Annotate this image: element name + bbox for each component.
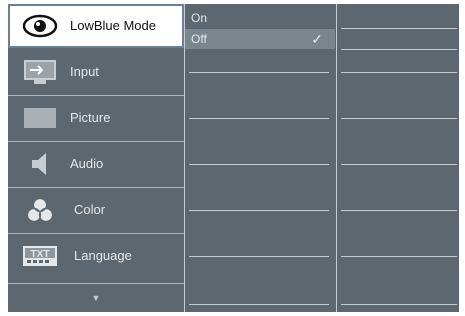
row-divider <box>189 118 329 119</box>
txt-icon-text: TXT <box>31 249 50 260</box>
menu-item-lowblue-mode[interactable]: LowBlue Mode <box>8 4 184 48</box>
option-label: Off <box>191 32 207 46</box>
submenu-column <box>337 4 459 312</box>
menu-item-label: Input <box>70 64 99 79</box>
menu-item-color[interactable]: Color <box>8 188 184 232</box>
input-icon <box>20 58 60 86</box>
row-divider <box>341 210 457 211</box>
eye-icon <box>20 12 60 40</box>
picture-icon <box>20 104 60 132</box>
osd-panel: LowBlue Mode Input Picture Audio Color T… <box>8 4 459 312</box>
menu-item-audio[interactable]: Audio <box>8 142 184 186</box>
color-circles-icon <box>20 196 60 224</box>
row-divider <box>341 28 457 29</box>
row-divider <box>341 72 457 73</box>
row-divider <box>341 164 457 165</box>
row-divider <box>189 210 329 211</box>
menu-item-label: Picture <box>70 110 111 125</box>
menu-item-input[interactable]: Input <box>8 50 184 94</box>
option-on[interactable]: On <box>185 8 335 28</box>
menu-item-label: Audio <box>70 156 104 171</box>
options-column: On Off ✓ <box>185 4 335 312</box>
menu-item-picture[interactable]: Picture <box>8 96 184 140</box>
menu-item-label: Color <box>74 202 106 217</box>
row-divider <box>341 256 457 257</box>
row-divider <box>189 164 329 165</box>
scroll-down-indicator[interactable]: ▼ <box>8 284 184 312</box>
speaker-icon <box>20 150 60 178</box>
row-divider <box>189 72 329 73</box>
row-divider <box>189 304 329 305</box>
row-divider <box>341 304 457 305</box>
txt-icon: TXT <box>20 242 60 270</box>
menu-item-label: LowBlue Mode <box>70 18 156 33</box>
row-divider <box>341 118 457 119</box>
menu-item-language[interactable]: TXT Language <box>8 234 184 278</box>
menu-item-label: Language <box>74 248 132 263</box>
option-label: On <box>191 11 208 25</box>
chevron-down-icon: ▼ <box>91 293 101 303</box>
row-divider <box>341 49 457 50</box>
option-off[interactable]: Off ✓ <box>185 29 335 49</box>
checkmark-icon: ✓ <box>311 31 323 47</box>
main-menu: LowBlue Mode Input Picture Audio Color T… <box>8 4 184 312</box>
row-divider <box>189 256 329 257</box>
